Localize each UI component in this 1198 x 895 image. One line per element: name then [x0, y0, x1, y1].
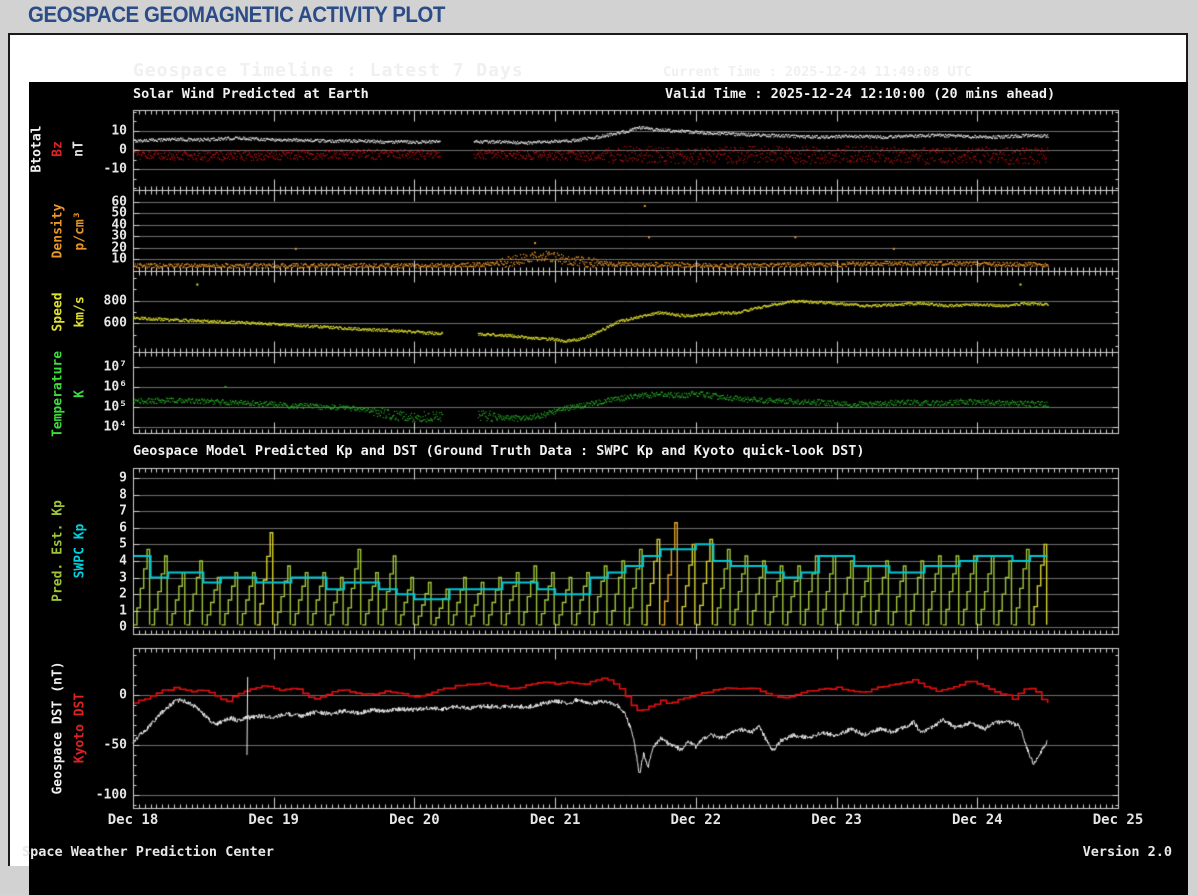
- section2-title: Geospace Model Predicted Kp and DST (Gro…: [133, 443, 865, 459]
- y-tick-label-kp: 1: [119, 603, 127, 619]
- x-tick-label: Dec 25: [1092, 812, 1144, 828]
- y-label-nt-unit: nT: [71, 141, 87, 157]
- y-tick-label-speed: 800: [103, 293, 127, 309]
- x-tick-label: Dec 24: [951, 812, 1003, 828]
- x-tick-label: Dec 18: [107, 812, 159, 828]
- y-label-geospace-dst: Geospace DST (nT): [50, 661, 66, 795]
- y-tick-label-kp: 7: [119, 503, 127, 519]
- y-tick-label-kp: 0: [119, 619, 127, 635]
- x-tick-label: Dec 22: [670, 812, 722, 828]
- y-tick-label-kp: 4: [119, 553, 127, 569]
- y-tick-label-kp: 2: [119, 586, 127, 602]
- y-tick-label-density: 10: [111, 251, 127, 267]
- y-tick-label-imf: 10: [111, 123, 127, 139]
- y-tick-label-kp: 3: [119, 570, 127, 586]
- y-label-kyoto-dst: Kyoto DST: [72, 692, 88, 764]
- y-tick-label-imf: 0: [119, 142, 127, 158]
- y-tick-label-temperature: 10⁴: [103, 419, 127, 435]
- y-tick-label-imf: -10: [103, 161, 127, 177]
- current-time: Current Time : 2025-12-24 11:49:08 UTC: [663, 64, 972, 80]
- x-tick-label: Dec 23: [811, 812, 862, 828]
- y-label-temperature: Temperature: [50, 350, 66, 438]
- y-label-speed: Speed: [50, 292, 66, 332]
- y-tick-label-dst: -50: [103, 737, 127, 753]
- y-label-density-unit: p/cm³: [72, 211, 88, 251]
- y-tick-label-dst: 0: [119, 687, 127, 703]
- y-label-swpc-kp: SWPC Kp: [72, 523, 88, 579]
- y-tick-label-speed: 600: [103, 315, 127, 331]
- y-tick-label-kp: 5: [119, 536, 127, 552]
- y-label-btotal: Btotal: [29, 125, 45, 173]
- x-tick-label: Dec 20: [389, 812, 440, 828]
- y-label-bz: Bz: [50, 141, 66, 157]
- plot-title: Geospace Timeline : Latest 7 Days: [133, 60, 524, 81]
- y-tick-label-temperature: 10⁷: [103, 359, 127, 375]
- x-tick-label: Dec 19: [248, 812, 299, 828]
- y-label-pred-est-kp: Pred. Est. Kp: [50, 500, 66, 602]
- y-tick-label-kp: 9: [119, 470, 127, 486]
- valid-time: Valid Time : 2025-12-24 12:10:00 (20 min…: [665, 86, 1056, 102]
- y-label-speed-unit: km/s: [72, 296, 88, 328]
- y-label-density: Density: [50, 203, 66, 259]
- footer-credit: Space Weather Prediction Center: [22, 844, 274, 860]
- y-label-temperature-unit: K: [72, 390, 88, 398]
- y-tick-label-kp: 6: [119, 520, 127, 536]
- x-tick-label: Dec 21: [529, 812, 581, 828]
- y-tick-label-temperature: 10⁶: [103, 379, 127, 395]
- y-tick-label-temperature: 10⁵: [103, 399, 127, 415]
- solar-wind-subtitle: Solar Wind Predicted at Earth: [133, 86, 369, 102]
- swpc-geospace-page: { "page": { "header_title": "GEOSPACE GE…: [0, 0, 1198, 895]
- y-tick-label-kp: 8: [119, 487, 127, 503]
- footer-version: Version 2.0: [1082, 844, 1172, 860]
- y-tick-label-dst: -100: [95, 787, 127, 803]
- page-title: GEOSPACE GEOMAGNETIC ACTIVITY PLOT: [28, 2, 445, 27]
